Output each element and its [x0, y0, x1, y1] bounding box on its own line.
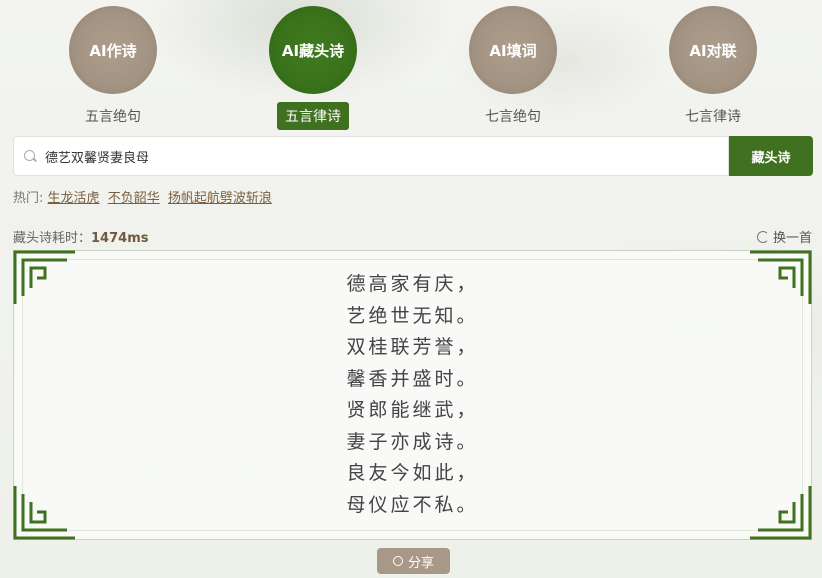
search-box — [13, 136, 729, 176]
hot-label: 热门: — [13, 191, 44, 206]
poem-line: 德高家有庆， — [346, 273, 479, 295]
mode-ai-couplet-circle[interactable]: AI对联 — [669, 6, 757, 94]
mode-ai-ci-sub[interactable]: 七言绝句 — [477, 102, 549, 130]
generate-acrostic-button[interactable]: 藏头诗 — [729, 136, 813, 176]
hot-tag[interactable]: 扬帆起航劈波斩浪 — [168, 191, 272, 206]
refresh-icon — [756, 230, 769, 243]
timing-info: 藏头诗耗时：1474ms — [13, 227, 148, 246]
mode-ai-ci-circle[interactable]: AI填词 — [469, 6, 557, 94]
mode-ai-poem-sub[interactable]: 五言绝句 — [77, 102, 149, 130]
poem-line: 妻子亦成诗。 — [346, 430, 479, 453]
share-icon — [392, 556, 403, 566]
refresh-label: 换一首 — [772, 231, 812, 246]
poem-line: 双桂联芳誉， — [346, 336, 479, 358]
mode-ai-poem-circle[interactable]: AI作诗 — [69, 6, 157, 94]
poem-frame: 德高家有庆， 艺绝世无知。 双桂联芳誉， 馨香并盛时。 贤郎能继武， 妻子亦成诗… — [13, 250, 812, 540]
poem-line: 贤郎能继武， — [346, 399, 479, 421]
poem-line: 艺绝世无知。 — [346, 304, 479, 327]
poem-line: 母仪应不私。 — [346, 493, 479, 516]
refresh-button[interactable]: 换一首 — [756, 227, 812, 246]
mode-ai-couplet-sub[interactable]: 七言律诗 — [677, 102, 749, 130]
hot-tag[interactable]: 生龙活虎 — [48, 191, 100, 206]
mode-ai-acrostic[interactable]: AI藏头诗 五言律诗 — [258, 6, 368, 130]
mode-ai-acrostic-circle[interactable]: AI藏头诗 — [269, 6, 357, 94]
mode-ai-ci[interactable]: AI填词 七言绝句 — [458, 6, 568, 130]
mode-ai-poem[interactable]: AI作诗 五言绝句 — [58, 6, 168, 130]
share-button[interactable]: 分享 — [377, 548, 450, 574]
share-label: 分享 — [407, 555, 434, 571]
poem-line: 馨香并盛时。 — [346, 367, 479, 390]
mode-selector: AI作诗 五言绝句 AI藏头诗 五言律诗 AI填词 七言绝句 AI对联 七言律诗 — [0, 6, 822, 130]
search-icon — [24, 149, 37, 163]
hot-tag[interactable]: 不负韶华 — [108, 191, 160, 206]
mode-ai-acrostic-sub[interactable]: 五言律诗 — [277, 102, 349, 130]
poem-text: 德高家有庆， 艺绝世无知。 双桂联芳誉， 馨香并盛时。 贤郎能继武， 妻子亦成诗… — [14, 269, 811, 521]
poem-line: 良友今如此， — [346, 462, 479, 484]
search-input[interactable] — [45, 148, 728, 164]
mode-ai-couplet[interactable]: AI对联 七言律诗 — [658, 6, 768, 130]
hot-tags: 热门: 生龙活虎 不负韶华 扬帆起航劈波斩浪 — [13, 187, 276, 206]
timing-value: 1474ms — [91, 231, 149, 246]
timing-label: 藏头诗耗时： — [13, 231, 92, 246]
